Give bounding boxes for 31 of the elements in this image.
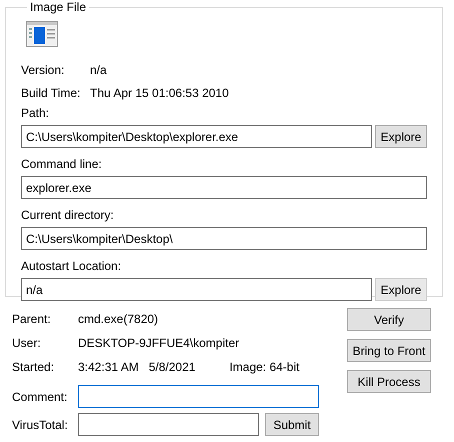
info-label: Build Time: [21,85,82,102]
field-label: Autostart Location: [21,258,122,274]
comment-label: Comment: [12,388,68,406]
info-label: Version: [21,62,66,79]
submit-button[interactable]: Submit [265,413,319,436]
info-value: n/a [90,62,107,79]
process-value: 5/8/2021 [148,359,196,376]
group-title: Image File [29,0,88,14]
process-value: 3:42:31 AM [78,359,139,376]
process-label: Started: [12,359,56,376]
process-label: Parent: [12,311,52,328]
text-field[interactable]: explorer.exe [21,176,427,199]
window-icon [26,21,58,47]
process-value: cmd.exe(7820) [78,311,158,328]
text-field[interactable] [78,385,319,408]
process-label: User: [12,335,42,352]
virustotal-label: VirusTotal: [12,416,69,434]
action-button[interactable]: Verify [347,308,431,331]
action-button[interactable]: Kill Process [347,370,431,393]
info-value: Thu Apr 15 01:06:53 2010 [90,85,229,102]
field-label: Path: [21,105,50,121]
text-field[interactable]: C:\Users\kompiter\Desktop\explorer.exe [21,125,372,148]
process-value: DESKTOP-9JFFUE4\kompiter [78,335,240,352]
text-field[interactable] [78,413,259,436]
explore-button[interactable]: Explore [375,125,427,148]
field-label: Current directory: [21,207,115,223]
text-field[interactable]: n/a [21,278,372,301]
text-field[interactable]: C:\Users\kompiter\Desktop\ [21,227,427,250]
process-value: Image: 64-bit [229,359,300,376]
field-label: Command line: [21,156,103,172]
action-button[interactable]: Bring to Front [347,339,431,362]
